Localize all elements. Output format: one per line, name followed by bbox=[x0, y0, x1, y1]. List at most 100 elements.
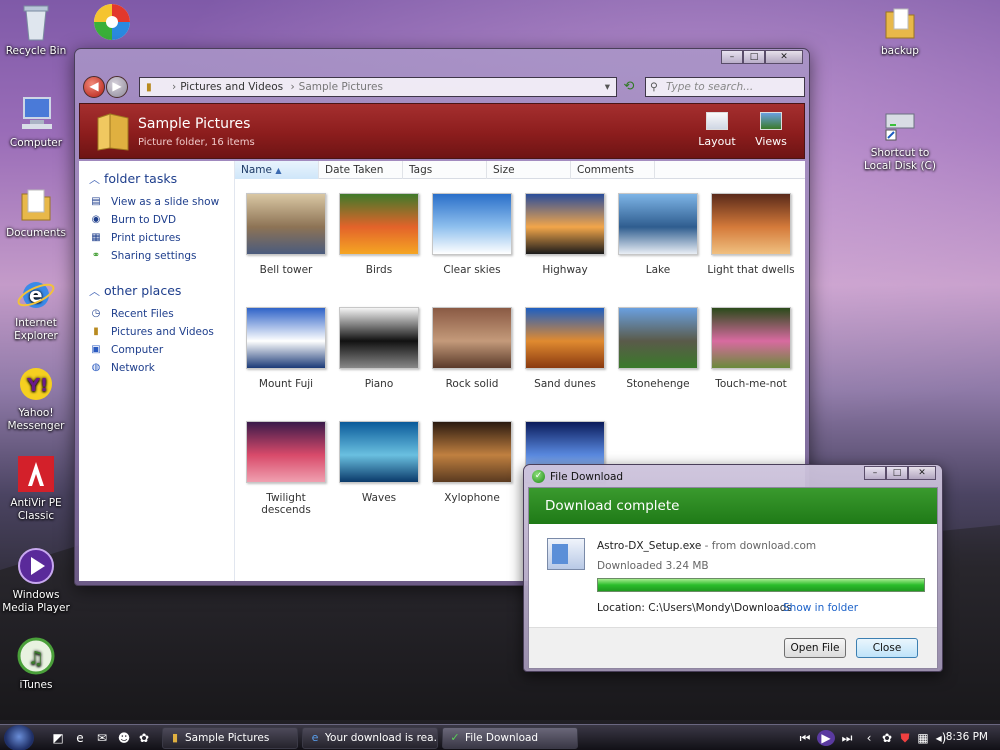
show-desktop-icon[interactable]: ◩ bbox=[50, 730, 66, 746]
thumbnail-item[interactable]: Birds bbox=[334, 193, 424, 276]
thumbnail-item[interactable]: Xylophone bbox=[427, 421, 517, 504]
media-play-icon[interactable]: ▶ bbox=[817, 730, 835, 746]
disc-icon: ◉ bbox=[91, 214, 101, 225]
other-places-heading[interactable]: ︿ other places bbox=[89, 283, 234, 299]
taskbar-sample-pictures[interactable]: ▮ Sample Pictures bbox=[162, 727, 298, 749]
layout-label: Layout bbox=[698, 135, 736, 148]
close-button[interactable]: ✕ bbox=[908, 466, 936, 480]
column-tags[interactable]: Tags bbox=[403, 161, 487, 179]
thumbnail-item[interactable]: Clear skies bbox=[427, 193, 517, 276]
dialog-footer: Open File Close bbox=[529, 627, 937, 668]
address-bar[interactable]: ▮ › Pictures and Videos › Sample Pictures … bbox=[139, 77, 617, 97]
folder-icon: ▮ bbox=[146, 81, 152, 93]
picasa-icon bbox=[92, 2, 132, 42]
place-network[interactable]: ◍ Network bbox=[79, 359, 234, 377]
thumbnail-item[interactable]: Sand dunes bbox=[520, 307, 610, 390]
maximize-button[interactable]: □ bbox=[886, 466, 908, 480]
breadcrumb-pictures-and-videos[interactable]: Pictures and Videos bbox=[180, 81, 283, 93]
column-comments[interactable]: Comments bbox=[571, 161, 655, 179]
recycle-bin-icon bbox=[16, 2, 56, 42]
thumbnail-image bbox=[618, 307, 698, 369]
thumbnail-image bbox=[246, 421, 326, 483]
messenger-icon[interactable]: ☻ bbox=[116, 730, 132, 746]
taskbar-file-download[interactable]: ✓ File Download bbox=[442, 727, 578, 749]
desktop-icon-picasa[interactable] bbox=[76, 2, 148, 45]
antivir-tray-icon[interactable]: ⛊ bbox=[897, 730, 913, 746]
download-filename: Astro-DX_Setup.exe - from download.com bbox=[597, 540, 817, 552]
thumbnail-item[interactable]: Lake bbox=[613, 193, 703, 276]
media-prev-icon[interactable]: ⏮ bbox=[797, 730, 813, 746]
thumbnail-item[interactable]: Rock solid bbox=[427, 307, 517, 390]
thumbnail-item[interactable]: Stonehenge bbox=[613, 307, 703, 390]
column-name[interactable]: Name ▲ bbox=[235, 161, 319, 179]
internet-explorer-icon[interactable]: e bbox=[72, 730, 88, 746]
column-date-taken[interactable]: Date Taken bbox=[319, 161, 403, 179]
desktop-icon-documents[interactable]: Documents bbox=[0, 184, 72, 240]
column-size[interactable]: Size bbox=[487, 161, 571, 179]
breadcrumb-sample-pictures[interactable]: Sample Pictures bbox=[299, 81, 383, 93]
thumbnail-item[interactable]: Waves bbox=[334, 421, 424, 504]
thumbnail-image bbox=[711, 193, 791, 255]
mail-icon[interactable]: ✉ bbox=[94, 730, 110, 746]
desktop-icon-media-player[interactable]: Windows Media Player bbox=[0, 546, 72, 615]
desktop-icon-yahoo-messenger[interactable]: Y! Yahoo! Messenger bbox=[0, 364, 72, 433]
open-file-button[interactable]: Open File bbox=[784, 638, 846, 658]
computer-icon: ▣ bbox=[91, 344, 101, 355]
place-pictures-videos[interactable]: ▮ Pictures and Videos bbox=[79, 323, 234, 341]
file-download-dialog[interactable]: ✓ File Download – □ ✕ Download complete … bbox=[523, 464, 943, 672]
desktop-icon-recycle-bin[interactable]: Recycle Bin bbox=[0, 2, 72, 58]
task-slideshow[interactable]: ▤ View as a slide show bbox=[79, 193, 234, 211]
minimize-button[interactable]: – bbox=[721, 50, 743, 64]
picasa-tray-icon[interactable]: ✿ bbox=[879, 730, 895, 746]
thumbnail-item[interactable]: Twilight descends bbox=[241, 421, 331, 516]
layout-button[interactable]: Layout bbox=[692, 112, 742, 148]
show-in-folder-link[interactable]: Show in folder bbox=[783, 602, 858, 614]
download-progress-bar bbox=[597, 578, 925, 592]
minimize-button[interactable]: – bbox=[864, 466, 886, 480]
tray-expand-icon[interactable]: ‹ bbox=[861, 730, 877, 746]
views-button[interactable]: Views bbox=[746, 112, 796, 148]
media-next-icon[interactable]: ⏭ bbox=[839, 730, 855, 746]
breadcrumb-separator-icon: › bbox=[172, 81, 177, 93]
forward-button[interactable]: ▶ bbox=[106, 76, 128, 98]
desktop-icon-itunes[interactable]: ♫ iTunes bbox=[0, 636, 72, 692]
printer-icon: ▦ bbox=[91, 232, 101, 243]
start-button[interactable] bbox=[4, 725, 34, 750]
thumbnail-item[interactable]: Touch-me-not bbox=[706, 307, 796, 390]
close-button[interactable]: ✕ bbox=[765, 50, 803, 64]
task-print[interactable]: ▦ Print pictures bbox=[79, 229, 234, 247]
thumbnail-item[interactable]: Light that dwells bbox=[706, 193, 796, 276]
desktop-icon-antivir[interactable]: AntiVir PE Classic bbox=[0, 454, 72, 523]
task-burn-dvd[interactable]: ◉ Burn to DVD bbox=[79, 211, 234, 229]
place-recent-files[interactable]: ◷ Recent Files bbox=[79, 305, 234, 323]
thumbnail-caption: Lake bbox=[645, 264, 671, 276]
thumbnail-item[interactable]: Piano bbox=[334, 307, 424, 390]
close-dialog-button[interactable]: Close bbox=[856, 638, 918, 658]
taskbar-browser-download[interactable]: e Your download is rea... bbox=[302, 727, 438, 749]
thumbnail-item[interactable]: Mount Fuji bbox=[241, 307, 331, 390]
network-tray-icon[interactable]: ▦ bbox=[915, 730, 931, 746]
thumbnail-item[interactable]: Bell tower bbox=[241, 193, 331, 276]
back-button[interactable]: ◀ bbox=[83, 76, 105, 98]
thumbnail-caption: Touch-me-not bbox=[715, 378, 787, 390]
thumbnail-caption: Stonehenge bbox=[626, 378, 690, 390]
network-icon: ◍ bbox=[91, 362, 101, 373]
chevron-down-icon[interactable]: ▾ bbox=[605, 78, 610, 96]
thumbnail-item[interactable]: Highway bbox=[520, 193, 610, 276]
thumbnail-caption: Xylophone bbox=[444, 492, 500, 504]
maximize-button[interactable]: □ bbox=[743, 50, 765, 64]
place-computer[interactable]: ▣ Computer bbox=[79, 341, 234, 359]
folder-subtitle: Picture folder, 16 items bbox=[138, 137, 255, 148]
folder-icon bbox=[96, 112, 130, 152]
desktop-icon-internet-explorer[interactable]: e Internet Explorer bbox=[0, 274, 72, 343]
navigation-bar: ◀ ▶ ▮ › Pictures and Videos › Sample Pictu… bbox=[79, 75, 805, 99]
desktop-icon-backup[interactable]: backup bbox=[864, 2, 936, 58]
desktop-icon-computer[interactable]: Computer bbox=[0, 94, 72, 150]
refresh-icon[interactable]: ⟲ bbox=[620, 78, 638, 96]
picasa-icon[interactable]: ✿ bbox=[136, 730, 152, 746]
folder-tasks-heading[interactable]: ︿ folder tasks bbox=[89, 171, 234, 187]
clock[interactable]: 8:36 PM bbox=[946, 731, 988, 743]
search-input[interactable]: ⚲ Type to search... bbox=[645, 77, 805, 97]
task-sharing[interactable]: ⚭ Sharing settings bbox=[79, 247, 234, 265]
desktop-icon-local-disk-shortcut[interactable]: Shortcut to Local Disk (C) bbox=[864, 104, 936, 173]
